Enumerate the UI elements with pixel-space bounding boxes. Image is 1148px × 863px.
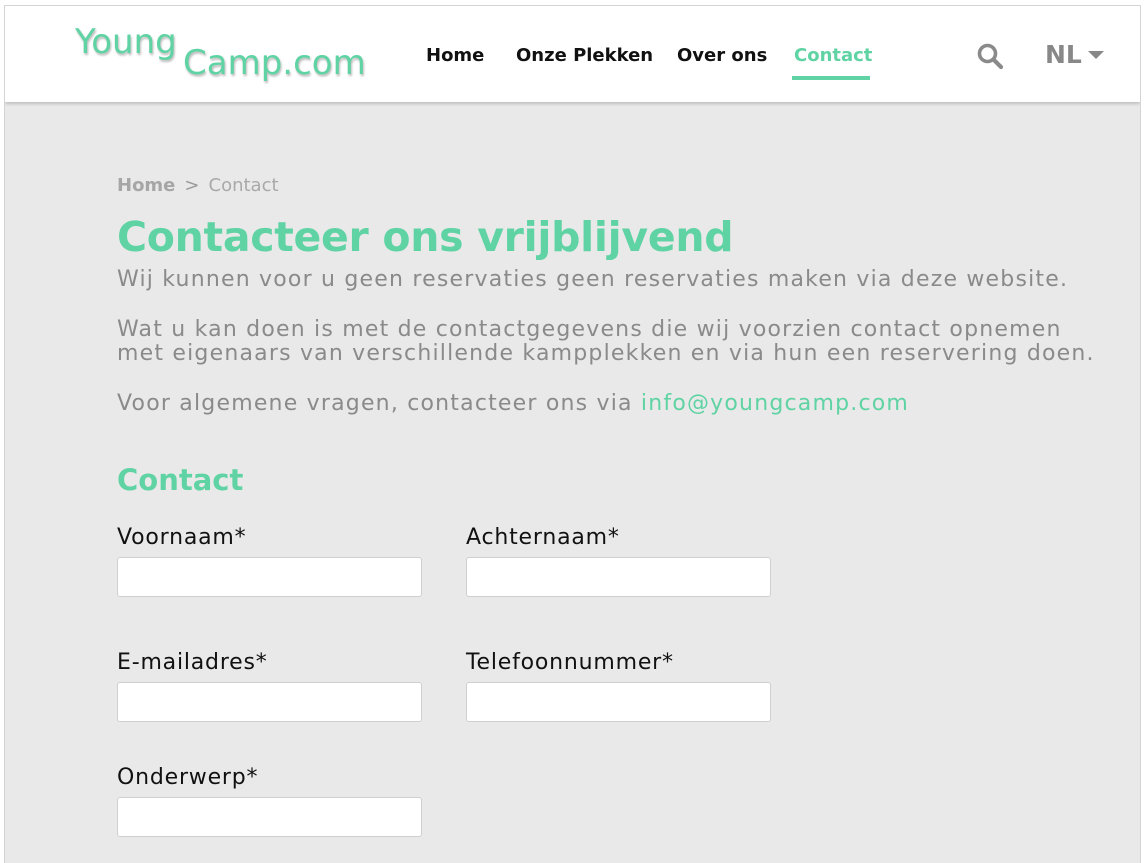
first-name-label: Voornaam* xyxy=(117,525,247,550)
phone-label: Telefoonnummer* xyxy=(466,650,674,675)
nav-over-ons[interactable]: Over ons xyxy=(677,42,767,70)
nav-active-indicator xyxy=(792,76,870,80)
info-paragraph-line2: met eigenaars van verschillende kampplek… xyxy=(117,341,1095,366)
logo-text-camp: Camp.com xyxy=(183,43,366,83)
site-header: Young Camp.com Home Onze Plekken Over on… xyxy=(5,6,1140,102)
nav-home[interactable]: Home xyxy=(426,42,484,70)
page-frame: Young Camp.com Home Onze Plekken Over on… xyxy=(4,5,1141,863)
caret-down-icon xyxy=(1087,51,1104,59)
page-title: Contacteer ons vrijblijvend xyxy=(117,213,734,261)
breadcrumb-home[interactable]: Home xyxy=(117,174,175,198)
language-label: NL xyxy=(1045,40,1082,69)
contact-paragraph-text: Voor algemene vragen, contacteer ons via xyxy=(117,391,641,416)
breadcrumb-separator-icon: > xyxy=(184,175,200,196)
breadcrumb: Home > Contact xyxy=(117,174,279,198)
subject-label: Onderwerp* xyxy=(117,765,259,790)
breadcrumb-current: Contact xyxy=(208,175,279,196)
search-icon[interactable] xyxy=(976,42,1004,70)
contact-paragraph: Voor algemene vragen, contacteer ons via… xyxy=(117,392,1117,416)
email-field[interactable] xyxy=(117,682,422,722)
form-title: Contact xyxy=(117,463,244,497)
subject-field[interactable] xyxy=(117,797,422,837)
language-selector[interactable]: NL xyxy=(1045,39,1104,71)
email-label: E-mailadres* xyxy=(117,650,268,675)
logo-text-young: Young xyxy=(75,22,177,62)
nav-contact[interactable]: Contact xyxy=(794,42,872,70)
first-name-field[interactable] xyxy=(117,557,422,597)
info-paragraph-line1: Wat u kan doen is met de contactgegevens… xyxy=(117,317,1062,342)
intro-paragraph: Wij kunnen voor u geen reservaties geen … xyxy=(117,267,1069,292)
email-link[interactable]: info@youngcamp.com xyxy=(641,391,909,416)
phone-field[interactable] xyxy=(466,682,771,722)
last-name-field[interactable] xyxy=(466,557,771,597)
nav-onze-plekken[interactable]: Onze Plekken xyxy=(516,42,653,70)
site-logo[interactable]: Young Camp.com xyxy=(75,22,375,92)
last-name-label: Achternaam* xyxy=(466,525,620,550)
info-paragraph: Wat u kan doen is met de contactgegevens… xyxy=(117,318,1117,366)
